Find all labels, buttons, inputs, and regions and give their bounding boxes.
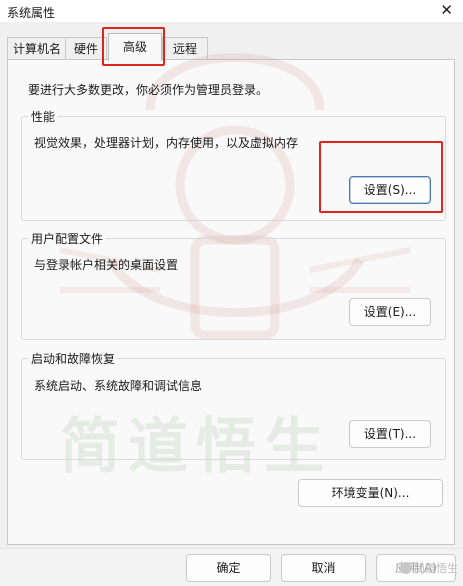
tab-remote[interactable]: 远程 (162, 37, 208, 60)
window-title: 系统属性 (7, 6, 56, 20)
user-profiles-description: 与登录帐户相关的桌面设置 (34, 258, 179, 272)
user-profiles-legend: 用户配置文件 (28, 230, 107, 247)
startup-recovery-settings-button[interactable]: 设置(T)... (349, 420, 431, 448)
corner-watermark: 简道悟生 (400, 560, 458, 576)
close-icon[interactable]: ✕ (440, 1, 453, 19)
performance-description: 视觉效果，处理器计划，内存使用，以及虚拟内存 (34, 136, 299, 150)
corner-watermark-text: 简道悟生 (414, 562, 458, 575)
admin-note: 要进行大多数更改，你必须作为管理员登录。 (28, 83, 269, 97)
tab-computer-name[interactable]: 计算机名 (7, 37, 67, 60)
cancel-button[interactable]: 取消 (281, 554, 366, 582)
ok-button[interactable]: 确定 (186, 554, 271, 582)
startup-recovery-legend: 启动和故障恢复 (28, 350, 119, 367)
startup-recovery-description: 系统启动、系统故障和调试信息 (34, 379, 203, 393)
user-profiles-settings-button[interactable]: 设置(E)... (349, 298, 431, 326)
environment-variables-button[interactable]: 环境变量(N)... (298, 479, 443, 507)
performance-legend: 性能 (28, 108, 59, 125)
tab-hardware[interactable]: 硬件 (65, 37, 107, 60)
tab-advanced[interactable]: 高级 (108, 33, 162, 61)
title-bar: 系统属性 ✕ (0, 0, 463, 22)
highlight-box-performance (319, 141, 443, 213)
watermark-logo-icon (400, 562, 412, 574)
